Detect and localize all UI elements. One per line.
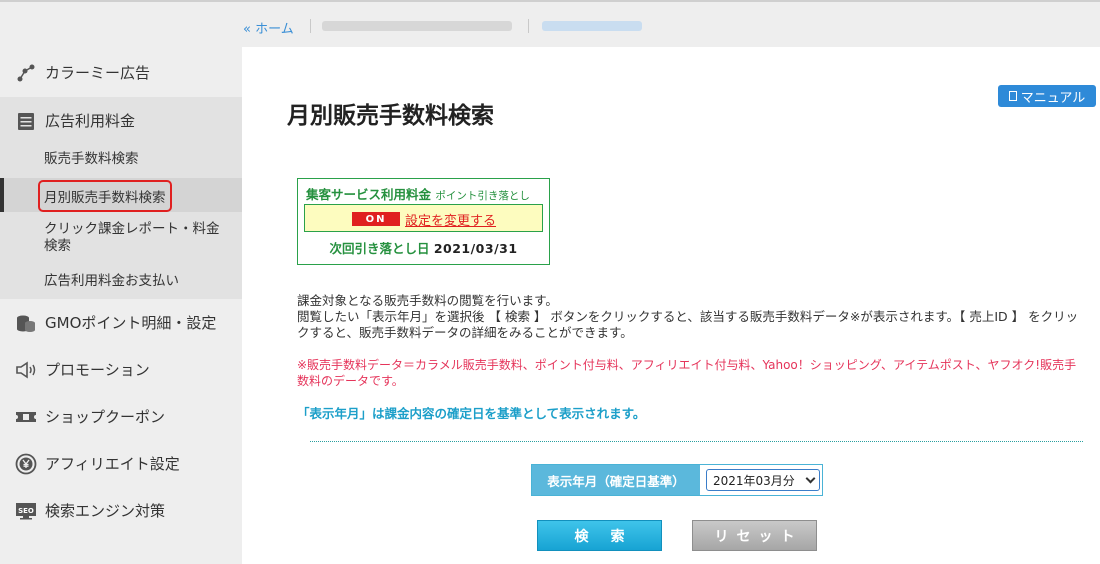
sidebar-subitem-ad-fee-payment[interactable]: 広告利用料金お支払い (0, 271, 242, 295)
status-badge: ON (352, 212, 400, 226)
sidebar-subitem-label: クリック課金レポート・料金検索 (44, 221, 220, 254)
manual-button[interactable]: マニュアル (998, 85, 1096, 107)
sidebar-item-promotion[interactable]: プロモーション (0, 346, 242, 393)
month-select[interactable]: 2021年03月分 (706, 469, 820, 491)
sidebar-item-gmo-points[interactable]: GMOポイント明細・設定 (0, 299, 242, 346)
notepad-icon (15, 110, 37, 132)
sidebar-item-affiliate[interactable]: アフィリエイト設定 (0, 440, 242, 487)
service-fee-subtitle: ポイント引き落とし (435, 190, 530, 202)
reset-button[interactable]: リセット (692, 520, 817, 551)
sidebar-subitem-label: 販売手数料検索 (44, 151, 139, 167)
sidebar-subitem-click-billing-report[interactable]: クリック課金レポート・料金検索 (0, 221, 242, 261)
change-settings-link[interactable]: 設定を変更する (405, 210, 496, 229)
yen-coin-icon (15, 453, 37, 475)
breadcrumb-redacted (322, 21, 512, 31)
top-bar: « ホーム (0, 0, 1100, 47)
next-withdrawal-label: 次回引き落とし日 (329, 241, 430, 256)
display-month-note: 「表示年月」は課金内容の確定日を基準として表示されます。 (297, 406, 646, 421)
sidebar-item-label: GMOポイント明細・設定 (45, 314, 217, 332)
sidebar-item-ad-fees[interactable]: 広告利用料金 (0, 97, 242, 144)
sidebar-item-label: ショップクーポン (45, 408, 166, 426)
breadcrumb-home-link[interactable]: « ホーム (243, 18, 294, 37)
chevron-down-icon (805, 473, 816, 484)
sidebar: カラーミー広告 広告利用料金 販売手数料検索 月別販売手数料検索 クリック課金レ… (0, 47, 242, 564)
search-button[interactable]: 検索 (537, 520, 662, 551)
sidebar-item-seo[interactable]: SEO 検索エンジン対策 (0, 487, 242, 534)
svg-text:SEO: SEO (18, 507, 34, 515)
next-withdrawal-date: 次回引き落とし日 2021/03/31 (298, 238, 549, 257)
month-filter-label: 表示年月（確定日基準） (532, 465, 700, 495)
document-icon (1008, 91, 1017, 101)
data-note: ※販売手数料データ＝カラメル販売手数料、ポイント付与料、アフィリエイト付与料、Y… (297, 358, 1077, 388)
seo-icon: SEO (15, 500, 37, 522)
description: 課金対象となる販売手数料の閲覧を行います。 閲覧したい「表示年月」を選択後 【 … (297, 293, 1087, 341)
coins-icon (15, 312, 37, 334)
breadcrumb-redacted-link[interactable] (542, 21, 642, 31)
service-status-row: ON 設定を変更する (304, 204, 543, 232)
sidebar-subitem-sales-fee-search[interactable]: 販売手数料検索 (0, 149, 242, 177)
sidebar-item-label: アフィリエイト設定 (45, 455, 180, 473)
sidebar-item-label: 広告利用料金 (45, 112, 136, 130)
sidebar-subitem-monthly-sales-fee-search[interactable]: 月別販売手数料検索 (0, 178, 242, 212)
sidebar-item-label: 検索エンジン対策 (45, 502, 166, 520)
month-filter: 表示年月（確定日基準） 2021年03月分 (531, 464, 823, 496)
dotted-divider (310, 441, 1083, 442)
sidebar-item-colorme-ads[interactable]: カラーミー広告 (0, 49, 242, 96)
description-line: 閲覧したい「表示年月」を選択後 【 検索 】 ボタンをクリックすると、該当する販… (297, 309, 1079, 340)
next-withdrawal-value: 2021/03/31 (433, 241, 518, 256)
breadcrumb-separator (310, 19, 311, 33)
month-select-value: 2021年03月分 (713, 473, 795, 488)
sidebar-subitem-label: 月別販売手数料検索 (38, 180, 172, 212)
description-line: 課金対象となる販売手数料の閲覧を行います。 (297, 293, 558, 308)
network-icon (15, 62, 37, 84)
service-fee-heading: 集客サービス利用料金 ポイント引き落とし (306, 184, 530, 203)
manual-button-label: マニュアル (1020, 90, 1086, 106)
sidebar-group-ad-fees: 広告利用料金 販売手数料検索 月別販売手数料検索 クリック課金レポート・料金検索… (0, 97, 242, 299)
sidebar-item-label: プロモーション (45, 361, 150, 379)
sidebar-subitem-label: 広告利用料金お支払い (44, 273, 179, 289)
page-title: 月別販売手数料検索 (287, 103, 494, 129)
service-fee-title: 集客サービス利用料金 (306, 187, 432, 202)
speaker-icon (15, 359, 37, 381)
ticket-icon (15, 406, 37, 428)
main-content: 月別販売手数料検索 マニュアル 集客サービス利用料金 ポイント引き落とし ON … (242, 47, 1100, 564)
service-fee-box: 集客サービス利用料金 ポイント引き落とし ON 設定を変更する 次回引き落とし日… (297, 178, 550, 265)
sidebar-item-shop-coupon[interactable]: ショップクーポン (0, 393, 242, 440)
sidebar-item-label: カラーミー広告 (45, 64, 151, 82)
breadcrumb-separator (528, 19, 529, 33)
